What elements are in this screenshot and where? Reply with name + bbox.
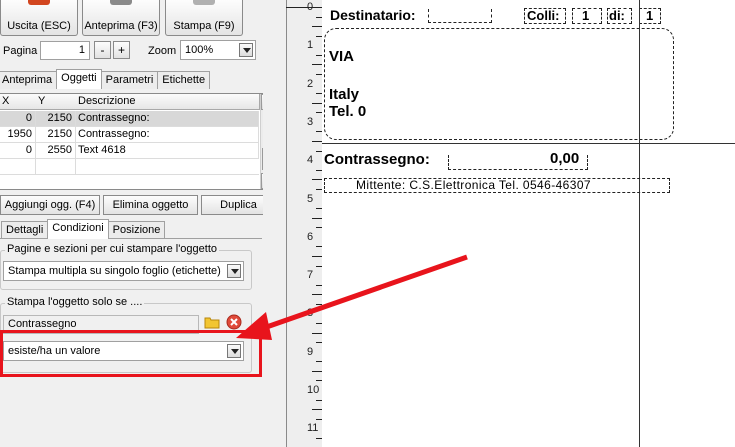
ruler-number: 9 [307, 345, 314, 358]
ruler-number: 6 [307, 230, 314, 243]
address-street: VIA [329, 48, 355, 65]
vertical-ruler: 0 1 2 3 4 5 6 7 8 9 10 11 [286, 0, 322, 447]
ruler-tick [312, 255, 322, 257]
ruler-tick [312, 64, 322, 66]
panel-splitter[interactable] [263, 0, 286, 447]
di-label: di: [609, 8, 625, 23]
print-only-if-title: Stampa l'oggetto solo se .... [5, 296, 145, 308]
page-input[interactable]: 1 [40, 41, 90, 60]
cod-value: 0,00 [550, 150, 580, 167]
ruler-number: 2 [307, 77, 314, 90]
colli-value: 1 [582, 8, 590, 23]
print-button[interactable]: Stampa (F9) [165, 0, 243, 36]
ruler-number: 10 [307, 384, 320, 396]
objects-grid[interactable]: X Y Descrizione 0 2150 Contrassegno: 195… [0, 93, 278, 190]
table-row[interactable]: 0 2150 Contrassegno: [0, 111, 259, 127]
highlight-box [0, 330, 262, 377]
tab-labels[interactable]: Etichette [157, 71, 211, 89]
pages-group-title: Pagine e sezioni per cui stampare l'ogge… [5, 243, 220, 255]
page-minus-button[interactable]: - [94, 41, 111, 59]
column-header-x[interactable]: X [0, 94, 37, 110]
tab-details[interactable]: Dettagli [1, 221, 49, 239]
tab-preview[interactable]: Anteprima [0, 71, 58, 89]
ruler-number: 8 [307, 307, 314, 320]
column-header-description[interactable]: Descrizione [76, 94, 260, 110]
table-row[interactable]: 0 2550 Text 4618 [0, 143, 259, 159]
zoom-select[interactable]: 100% [180, 40, 256, 60]
table-row[interactable]: 1950 2150 Contrassegno: [0, 127, 259, 143]
ruler-tick [312, 332, 322, 334]
folder-icon[interactable] [204, 315, 220, 329]
page-label: Pagina [3, 45, 38, 57]
ruler-number: 3 [307, 115, 314, 128]
ruler-tick [312, 294, 322, 296]
di-value: 1 [646, 8, 654, 23]
table-row-empty [0, 159, 259, 175]
address-country: Italy [329, 86, 360, 103]
ruler-number: 11 [307, 422, 319, 435]
address-phone: Tel. 0 [329, 103, 367, 120]
tab-conditions[interactable]: Condizioni [47, 219, 109, 239]
pages-select[interactable]: Stampa multipla su singolo foglio (etich… [3, 261, 244, 281]
clear-icon[interactable] [226, 314, 242, 330]
zoom-label: Zoom [148, 45, 177, 57]
ruler-number: 5 [307, 192, 314, 205]
column-header-y[interactable]: Y [36, 94, 77, 110]
tab-parameters[interactable]: Parametri [100, 71, 159, 89]
chevron-down-icon[interactable] [227, 264, 241, 278]
exit-button[interactable]: Uscita (ESC) [0, 0, 78, 36]
main-tabs: Anteprima Oggetti Parametri Etichette [0, 69, 211, 89]
ruler-number: 1 [307, 39, 314, 52]
ruler-tick [312, 370, 322, 372]
cod-label: Contrassegno: [324, 151, 430, 168]
ruler-number: 0 [307, 1, 314, 13]
sender-text: Mittente: C.S.Elettronica Tel. 0546-4630… [356, 178, 591, 192]
preview-button[interactable]: Anteprima (F3) [82, 0, 160, 36]
exit-icon [28, 0, 50, 5]
printer-icon [193, 0, 215, 5]
ruler-tick [312, 141, 322, 143]
preview-icon [110, 0, 132, 5]
ruler-tick [312, 102, 322, 104]
ruler-tick [312, 179, 322, 181]
ruler-tick [312, 217, 322, 219]
colli-label: Colli: [527, 8, 560, 23]
recipient-label: Destinatario: [330, 7, 416, 23]
ruler-number: 7 [307, 269, 314, 282]
address-box [324, 28, 674, 140]
page-plus-button[interactable]: + [113, 41, 130, 59]
delete-object-button[interactable]: Elimina oggetto [103, 195, 198, 215]
add-object-button[interactable]: Aggiungi ogg. (F4) [0, 195, 100, 215]
chevron-down-icon[interactable] [239, 43, 253, 57]
tab-position[interactable]: Posizione [107, 221, 166, 239]
ruler-tick [312, 26, 322, 28]
sub-tabs: Dettagli Condizioni Posizione [1, 219, 166, 239]
redacted-phone [370, 106, 480, 119]
ruler-tick [312, 409, 322, 411]
label-preview: Destinatario: Colli: 1 di: 1 VIA Italy T… [322, 0, 735, 447]
ruler-number: 4 [307, 154, 314, 167]
tab-objects[interactable]: Oggetti [56, 69, 102, 89]
